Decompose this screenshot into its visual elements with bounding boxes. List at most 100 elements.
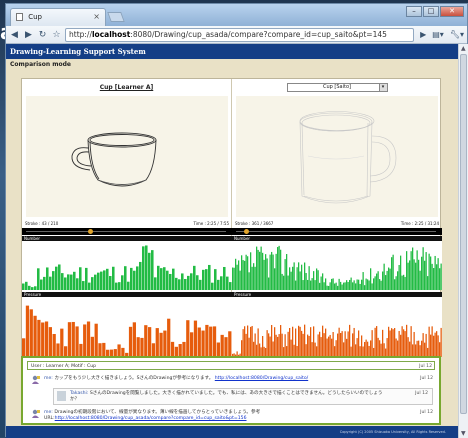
- activity-bar: [64, 277, 67, 290]
- tab-close-icon[interactable]: ×: [93, 12, 100, 21]
- right-stroke-count: Stroke : 361 / 3667: [235, 221, 274, 226]
- activity-bar: [310, 327, 312, 357]
- activity-bar: [341, 331, 343, 357]
- activity-bar: [253, 263, 255, 290]
- activity-bar: [212, 326, 217, 357]
- right-panel-header: Cup [Saito] ▾: [232, 79, 442, 96]
- activity-bar: [275, 253, 277, 290]
- activity-bar: [289, 267, 291, 290]
- activity-bar: [394, 279, 396, 290]
- comment-author: me:: [44, 410, 53, 415]
- scroll-down-icon[interactable]: ▼: [461, 430, 466, 437]
- activity-bar: [403, 329, 405, 357]
- browser-tab[interactable]: Cup ×: [10, 8, 106, 26]
- left-panel-header: Cup [Learner A]: [22, 79, 231, 96]
- right-timeline-knob[interactable]: [244, 229, 249, 234]
- activity-bar: [386, 338, 388, 357]
- activity-bar: [398, 331, 400, 357]
- left-timeline-knob[interactable]: [88, 229, 93, 234]
- activity-bar: [236, 264, 238, 290]
- vertical-scrollbar[interactable]: ▲ ▼: [458, 44, 468, 438]
- activity-bar: [262, 252, 264, 290]
- play-icon[interactable]: ▶: [420, 30, 426, 39]
- activity-bar: [391, 257, 393, 290]
- activity-bar: [271, 325, 273, 357]
- activity-bar: [430, 334, 432, 357]
- activity-bar: [304, 324, 306, 357]
- activity-bar: [352, 333, 354, 357]
- activity-bar: [365, 339, 367, 357]
- activity-bar: [406, 324, 408, 357]
- activity-bar: [211, 282, 214, 290]
- activity-bar: [241, 340, 243, 357]
- activity-bar: [52, 333, 56, 357]
- activity-bar: [98, 343, 102, 357]
- activity-bar: [266, 258, 268, 290]
- comment-thread-header[interactable]: User : Learner A; Motif : Cup Jul 12: [27, 361, 435, 370]
- left-drawing-title[interactable]: Cup [Learner A]: [100, 84, 153, 91]
- browser-toolbar: ◀ ▶ ↻ ☆ http://localhost:8080/Drawing/cu…: [6, 26, 467, 44]
- activity-bar: [329, 334, 331, 357]
- page-icon: [16, 13, 23, 21]
- close-window-button[interactable]: ✕: [440, 6, 464, 17]
- scroll-up-icon[interactable]: ▲: [461, 45, 466, 52]
- comment-link[interactable]: http://localhost:8080/Drawing/cup_asada/…: [55, 416, 247, 421]
- activity-bar: [389, 330, 391, 357]
- activity-bar: [223, 266, 226, 290]
- minimize-button[interactable]: –: [406, 6, 422, 17]
- activity-bar: [302, 280, 304, 290]
- window-controls: – □ ✕: [406, 6, 464, 17]
- activity-bar: [238, 260, 240, 290]
- activity-bar: [245, 333, 247, 357]
- activity-bar: [368, 280, 370, 290]
- activity-bar: [128, 326, 133, 357]
- forward-arrow-icon[interactable]: ▶: [23, 30, 34, 40]
- activity-bar: [262, 335, 264, 357]
- compare-select[interactable]: Cup [Saito] ▾: [286, 83, 388, 92]
- wrench-icon[interactable]: 🔧︎▾: [450, 30, 464, 39]
- new-tab-button[interactable]: [107, 12, 125, 22]
- activity-bar: [263, 259, 265, 290]
- right-timeline-slider[interactable]: [232, 228, 442, 235]
- chevron-down-icon[interactable]: ▾: [378, 84, 387, 91]
- activity-bar: [44, 321, 49, 357]
- activity-bar: [79, 267, 82, 290]
- left-timeline-slider[interactable]: [22, 228, 232, 235]
- activity-bar: [266, 330, 268, 357]
- comment-link[interactable]: http://localhost:8080/Drawing/cup_saito/: [215, 376, 308, 381]
- activity-bar: [40, 279, 43, 290]
- activity-bar: [278, 245, 280, 290]
- activity-bar: [404, 331, 406, 357]
- activity-bar: [52, 271, 55, 290]
- activity-bar: [290, 339, 292, 357]
- activity-bar: [335, 340, 337, 357]
- activity-bar: [277, 336, 279, 357]
- activity-bar: [407, 337, 409, 357]
- activity-bar: [439, 268, 441, 290]
- activity-bar: [132, 322, 136, 357]
- activity-bar: [284, 259, 286, 290]
- star-icon[interactable]: ☆: [51, 30, 62, 40]
- comment-body: Drawingの初期段階において、線量が異なります。薄い線を描画してからとってい…: [54, 410, 261, 415]
- activity-bar: [224, 337, 228, 357]
- activity-bar: [391, 328, 393, 357]
- address-bar[interactable]: http://localhost:8080/Drawing/cup_asada/…: [65, 27, 415, 42]
- scrollbar-thumb[interactable]: [460, 54, 467, 414]
- reload-icon[interactable]: ↻: [37, 30, 48, 40]
- activity-bar: [34, 286, 37, 290]
- comment-date: Jul 12: [415, 391, 428, 396]
- activity-bar: [61, 273, 64, 290]
- activity-bar: [257, 328, 259, 357]
- activity-bar: [424, 342, 426, 357]
- right-cup-drawing: [299, 111, 397, 204]
- activity-bar: [28, 285, 31, 290]
- activity-bar: [353, 327, 355, 357]
- activity-bar: [307, 334, 309, 357]
- activity-bar: [67, 322, 72, 357]
- activity-bar: [259, 251, 261, 290]
- page-menu-icon[interactable]: ▤▾: [432, 30, 444, 39]
- back-arrow-icon[interactable]: ◀: [9, 30, 20, 40]
- activity-bar: [331, 338, 333, 357]
- maximize-button[interactable]: □: [423, 6, 439, 17]
- activity-bar: [317, 334, 319, 357]
